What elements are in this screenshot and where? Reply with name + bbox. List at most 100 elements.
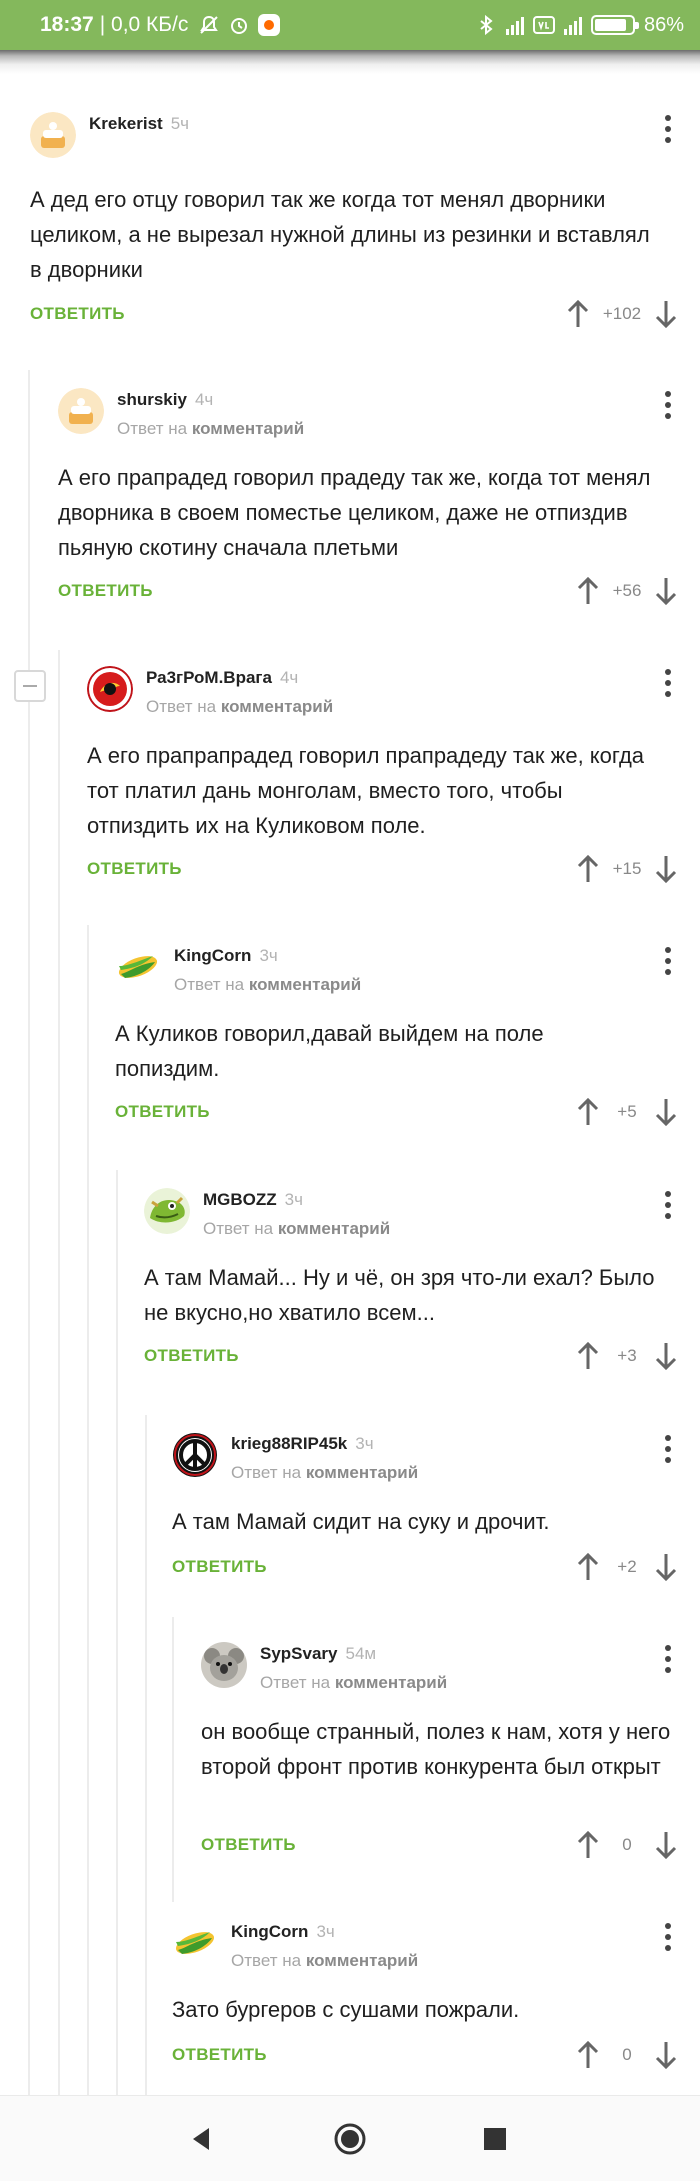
comment-author[interactable]: Ра3гРоМ.Врага 4ч [146, 668, 298, 688]
cake-avatar[interactable] [58, 388, 104, 434]
thread-line [28, 370, 30, 2110]
reply-to-link[interactable]: комментарий [306, 1463, 418, 1482]
collapse-thread-button[interactable] [14, 670, 46, 702]
corn-avatar[interactable] [172, 1920, 218, 1966]
reply-button[interactable]: ОТВЕТИТЬ [172, 2045, 267, 2065]
comment-footer: ОТВЕТИТЬ 0 [172, 2038, 680, 2072]
more-vertical-icon[interactable] [656, 388, 680, 422]
more-vertical-icon[interactable] [656, 1432, 680, 1466]
comment-time: 54м [345, 1644, 377, 1663]
thread-line [145, 1415, 147, 2110]
more-vertical-icon[interactable] [656, 1188, 680, 1222]
reply-to-label: Ответ на комментарий [146, 697, 334, 716]
reply-to-link[interactable]: комментарий [335, 1673, 447, 1692]
comment-score: +2 [617, 1557, 637, 1576]
thread-line [58, 650, 60, 2110]
reply-button[interactable]: ОТВЕТИТЬ [58, 581, 153, 601]
more-vertical-icon[interactable] [656, 666, 680, 700]
comment-score: 0 [622, 2045, 632, 2064]
comment-score: +102 [602, 304, 642, 323]
more-vertical-icon[interactable] [656, 944, 680, 978]
arrow-up-icon[interactable] [564, 297, 592, 331]
comment-author[interactable]: shurskiy 4ч [117, 390, 213, 410]
arrow-up-icon[interactable] [574, 1550, 602, 1584]
volte-icon [532, 16, 555, 34]
arrow-down-icon[interactable] [652, 852, 680, 886]
reply-button[interactable]: ОТВЕТИТЬ [144, 1346, 239, 1366]
comment: KingCorn 3ч Ответ на комментарий Зато бур… [172, 1920, 680, 2070]
reply-button[interactable]: ОТВЕТИТЬ [172, 1557, 267, 1577]
peace-symbol-avatar[interactable] [172, 1432, 218, 1478]
reply-to-link[interactable]: комментарий [192, 419, 304, 438]
arrow-down-icon[interactable] [652, 1550, 680, 1584]
triangle-back-icon[interactable] [187, 2124, 217, 2154]
red-emblem-avatar[interactable] [87, 666, 133, 712]
comment-author[interactable]: KingCorn 3ч [231, 1922, 335, 1942]
alarm-icon [231, 18, 248, 34]
comment: Krekerist 5ч А дед его отцу говорил так ж… [30, 112, 680, 329]
comment-author[interactable]: krieg88RIP45k 3ч [231, 1434, 374, 1454]
square-recents-icon[interactable] [482, 2126, 508, 2152]
creature-avatar[interactable] [144, 1188, 190, 1234]
comment-score: +56 [612, 581, 642, 600]
arrow-down-icon[interactable] [652, 2038, 680, 2072]
comment-footer: ОТВЕТИТЬ +102 [30, 297, 680, 331]
arrow-up-icon[interactable] [574, 852, 602, 886]
thread-line [116, 1170, 118, 2110]
battery-icon [590, 15, 639, 35]
network-speed: | 0,0 КБ/с [99, 13, 189, 36]
thread-line [87, 925, 89, 2110]
arrow-down-icon[interactable] [652, 574, 680, 608]
arrow-down-icon[interactable] [652, 1828, 680, 1862]
reply-button[interactable]: ОТВЕТИТЬ [115, 1102, 210, 1122]
reply-to-link[interactable]: комментарий [278, 1219, 390, 1238]
comment-text: А его прапрапрадед говорил прапрадеду та… [87, 743, 645, 838]
comment: MGBOZZ 3ч Ответ на комментарий А там Мама… [144, 1188, 680, 1371]
comment-text: А Куликов говорил,давай выйдем на поле п… [115, 1021, 544, 1081]
more-vertical-icon[interactable] [656, 1642, 680, 1676]
comment-author[interactable]: KingCorn 3ч [174, 946, 278, 966]
signal-icon [505, 15, 524, 35]
comment-text: А дед его отцу говорил так же когда тот … [30, 187, 650, 282]
reply-button[interactable]: ОТВЕТИТЬ [201, 1835, 296, 1855]
corn-avatar[interactable] [115, 944, 161, 990]
comment: krieg88RIP45k 3ч Ответ на комментарий А т… [172, 1432, 680, 1582]
comment-score: +5 [617, 1102, 637, 1121]
circle-home-icon[interactable] [333, 2122, 367, 2156]
comment-author[interactable]: Krekerist 5ч [89, 114, 189, 134]
arrow-up-icon[interactable] [574, 1339, 602, 1373]
navigation-bar [0, 2095, 700, 2181]
bluetooth-icon [480, 14, 493, 36]
reply-to-link[interactable]: комментарий [221, 697, 333, 716]
comment-time: 4ч [194, 390, 214, 409]
more-vertical-icon[interactable] [656, 112, 680, 146]
arrow-up-icon[interactable] [574, 1095, 602, 1129]
arrow-down-icon[interactable] [652, 1339, 680, 1373]
reply-to-label: Ответ на комментарий [203, 1219, 391, 1238]
more-vertical-icon[interactable] [656, 1920, 680, 1954]
arrow-up-icon[interactable] [574, 1828, 602, 1862]
arrow-up-icon[interactable] [574, 2038, 602, 2072]
battery-percent: 86% [643, 13, 684, 36]
cake-avatar[interactable] [30, 112, 76, 158]
comment-author[interactable]: MGBOZZ 3ч [203, 1190, 303, 1210]
arrow-down-icon[interactable] [652, 297, 680, 331]
reply-to-link[interactable]: комментарий [249, 975, 361, 994]
comment-time: 5ч [170, 114, 190, 133]
arrow-down-icon[interactable] [652, 1095, 680, 1129]
comment-text: он вообще странный, полез к нам, хотя у … [201, 1719, 671, 1779]
status-bar: 18:37 | 0,0 КБ/с 86% [0, 0, 700, 50]
comment-footer: ОТВЕТИТЬ +15 [87, 852, 680, 886]
reply-to-link[interactable]: комментарий [306, 1951, 418, 1970]
comment: KingCorn 3ч Ответ на комментарий А Кулико… [115, 944, 680, 1127]
reply-button[interactable]: ОТВЕТИТЬ [87, 859, 182, 879]
koala-avatar[interactable] [201, 1642, 247, 1688]
silent-icon [200, 15, 219, 34]
signal-4g-icon [563, 15, 582, 35]
comment-author[interactable]: SypSvary 54м [260, 1644, 376, 1664]
reply-to-label: Ответ на комментарий [174, 975, 362, 994]
comment-text: А там Мамай... Ну и чё, он зря что-ли ех… [144, 1265, 655, 1325]
arrow-up-icon[interactable] [574, 574, 602, 608]
reply-button[interactable]: ОТВЕТИТЬ [30, 304, 125, 324]
comment-footer: ОТВЕТИТЬ +56 [58, 574, 680, 608]
